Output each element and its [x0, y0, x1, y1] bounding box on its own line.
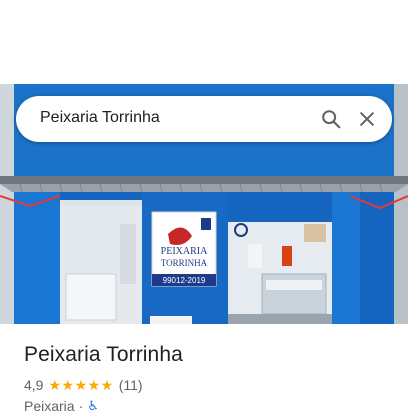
wheelchair-icon: ♿ — [87, 398, 99, 413]
review-count[interactable]: (11) — [119, 377, 143, 393]
sign-line1-text: PEIXARIA — [161, 246, 208, 257]
place-title: Peixaria Torrinha — [24, 343, 183, 366]
rating-stars-icon: ★★★★★ — [48, 376, 114, 393]
separator: · — [78, 398, 84, 414]
close-icon[interactable] — [354, 106, 380, 132]
category-row: Peixaria · ♿ — [24, 398, 99, 414]
search-bar[interactable]: Peixaria Torrinha — [16, 96, 392, 142]
sign-line2-text: TORRINHA — [161, 258, 208, 268]
category-label: Peixaria — [24, 398, 75, 414]
rating-row[interactable]: 4,9 ★★★★★ (11) — [24, 376, 143, 394]
search-icon[interactable] — [318, 106, 344, 132]
sign-phone-text: 99012-2019 — [163, 276, 206, 285]
search-input[interactable]: Peixaria Torrinha — [40, 109, 160, 127]
rating-value: 4,9 — [24, 377, 44, 393]
